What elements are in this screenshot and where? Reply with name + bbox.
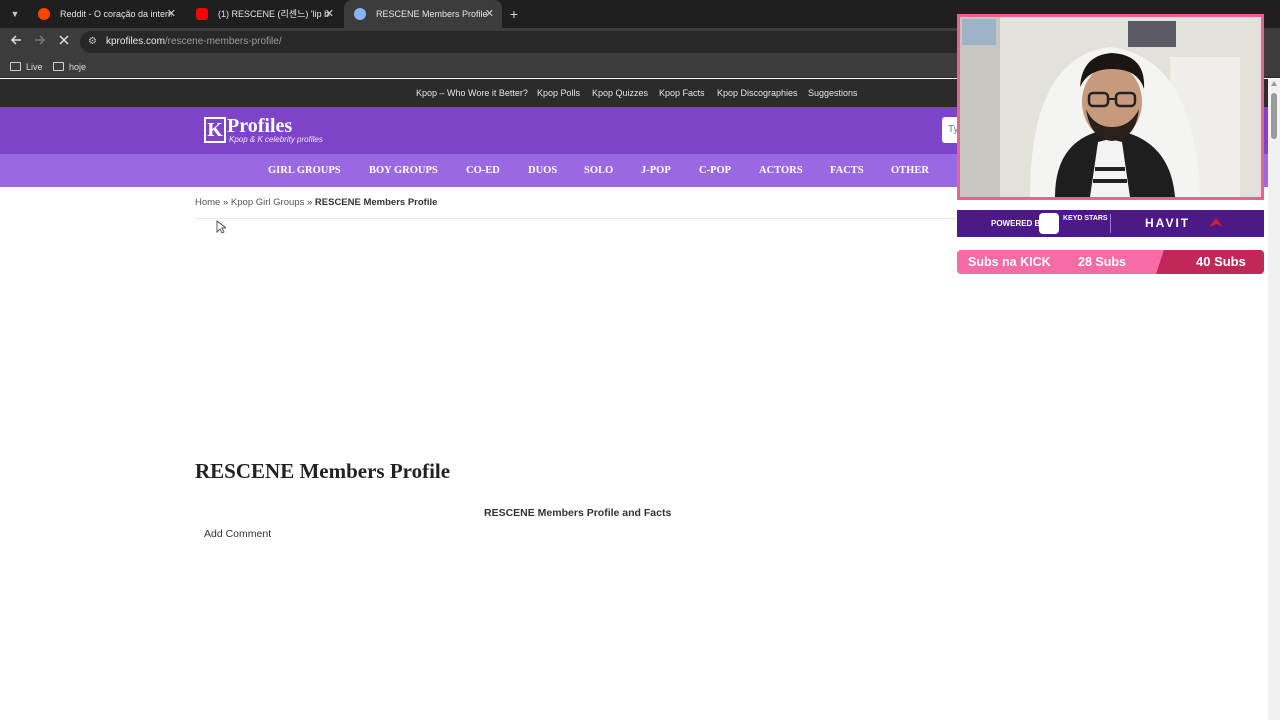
breadcrumb: Home » Kpop Girl Groups » RESCENE Member… xyxy=(195,197,437,208)
divider xyxy=(195,218,965,219)
nav-actors[interactable]: ACTORS xyxy=(759,154,803,187)
sponsor-banner: POWERED BY KEYD STARS HAVIT xyxy=(957,210,1264,237)
tab-search-button[interactable]: ▼ xyxy=(6,5,24,23)
nav-girl-groups[interactable]: GIRL GROUPS xyxy=(268,154,341,187)
youtube-favicon-icon xyxy=(196,8,208,20)
top-link-suggestions[interactable]: Suggestions xyxy=(808,79,858,107)
tab-youtube[interactable]: (1) RESCENE (리센느) 'lip bomb' ✕ xyxy=(186,0,342,28)
tab-title: Reddit - O coração da internet xyxy=(60,9,172,19)
folder-icon xyxy=(10,62,21,71)
tab-title: RESCENE Members Profile (Up xyxy=(376,9,488,19)
scrollbar-thumb[interactable] xyxy=(1271,93,1277,139)
tab-kprofiles[interactable]: RESCENE Members Profile (Up ✕ xyxy=(344,0,502,28)
nav-c-pop[interactable]: C-POP xyxy=(699,154,731,187)
top-link-who-wore-it[interactable]: Kpop – Who Wore it Better? xyxy=(416,79,528,107)
top-link-quizzes[interactable]: Kpop Quizzes xyxy=(592,79,648,107)
nav-other[interactable]: OTHER xyxy=(891,154,929,187)
powered-by-label: POWERED BY xyxy=(991,219,1046,228)
nav-solo[interactable]: SOLO xyxy=(584,154,613,187)
arrow-right-icon xyxy=(35,35,46,45)
bookmark-label: Live xyxy=(26,62,43,72)
bookmark-label: hoje xyxy=(69,62,87,72)
subs-goal-target: 40 Subs xyxy=(1196,254,1246,269)
keyd-stars-label: KEYD STARS xyxy=(1063,215,1108,222)
keyd-stars-logo-icon xyxy=(1039,213,1059,234)
nav-co-ed[interactable]: CO-ED xyxy=(466,154,500,187)
url-text[interactable]: kprofiles.com/rescene-members-profile/ xyxy=(106,31,282,53)
top-link-discographies[interactable]: Kpop Discographies xyxy=(717,79,798,107)
havit-label: HAVIT xyxy=(1145,216,1191,230)
folder-icon xyxy=(53,62,64,71)
breadcrumb-current: RESCENE Members Profile xyxy=(314,197,438,208)
subs-goal-label: Subs na KICK xyxy=(968,255,1051,269)
webcam-overlay xyxy=(957,14,1264,200)
tab-title: (1) RESCENE (리센느) 'lip bomb' xyxy=(218,9,330,19)
nav-boy-groups[interactable]: BOY GROUPS xyxy=(369,154,438,187)
sponsor-divider xyxy=(1110,214,1111,233)
url-host: kprofiles.com xyxy=(106,36,165,47)
subs-current-count: 28 Subs xyxy=(1078,255,1126,269)
site-logo[interactable]: K Profiles Kpop & K celebrity profiles xyxy=(204,115,344,147)
reddit-favicon-icon xyxy=(38,8,50,20)
close-icon xyxy=(59,35,69,45)
url-path: /rescene-members-profile/ xyxy=(164,36,282,47)
article-subtitle: RESCENE Members Profile and Facts xyxy=(484,507,672,519)
back-button[interactable] xyxy=(6,33,26,51)
breadcrumb-separator: » xyxy=(222,197,229,208)
scroll-up-icon[interactable] xyxy=(1271,81,1277,86)
top-link-facts[interactable]: Kpop Facts xyxy=(659,79,705,107)
tab-reddit[interactable]: Reddit - O coração da internet ✕ xyxy=(28,0,184,28)
havit-flame-icon xyxy=(1209,218,1223,227)
bookmark-folder-hoje[interactable]: hoje xyxy=(53,60,86,74)
logo-k-mark: K xyxy=(204,117,226,143)
breadcrumb-home[interactable]: Home xyxy=(195,197,220,208)
new-tab-button[interactable]: + xyxy=(505,5,523,23)
breadcrumb-separator: » xyxy=(306,197,313,208)
bookmark-folder-live[interactable]: Live xyxy=(10,60,43,74)
add-comment-link[interactable]: Add Comment xyxy=(204,528,271,540)
nav-duos[interactable]: DUOS xyxy=(528,154,557,187)
page-title: RESCENE Members Profile xyxy=(195,459,451,483)
top-link-polls[interactable]: Kpop Polls xyxy=(537,79,580,107)
logo-tagline: Kpop & K celebrity profiles xyxy=(229,135,323,144)
kick-subs-goal-bar: Subs na KICK 28 Subs 40 Subs xyxy=(957,250,1264,274)
tab-close-icon[interactable]: ✕ xyxy=(167,0,176,28)
webcam-feed xyxy=(960,17,1261,197)
tab-close-icon[interactable]: ✕ xyxy=(485,0,494,28)
tab-close-icon[interactable]: ✕ xyxy=(325,0,334,28)
breadcrumb-girl-groups[interactable]: Kpop Girl Groups xyxy=(231,197,304,208)
arrow-left-icon xyxy=(10,35,21,45)
forward-button[interactable] xyxy=(30,33,50,51)
page-scrollbar[interactable] xyxy=(1268,79,1280,720)
nav-j-pop[interactable]: J-POP xyxy=(641,154,671,187)
nav-facts[interactable]: FACTS xyxy=(830,154,864,187)
site-info-icon[interactable]: ⚙ xyxy=(88,35,100,49)
kprofiles-favicon-icon xyxy=(354,8,366,20)
stop-loading-button[interactable] xyxy=(54,33,74,51)
